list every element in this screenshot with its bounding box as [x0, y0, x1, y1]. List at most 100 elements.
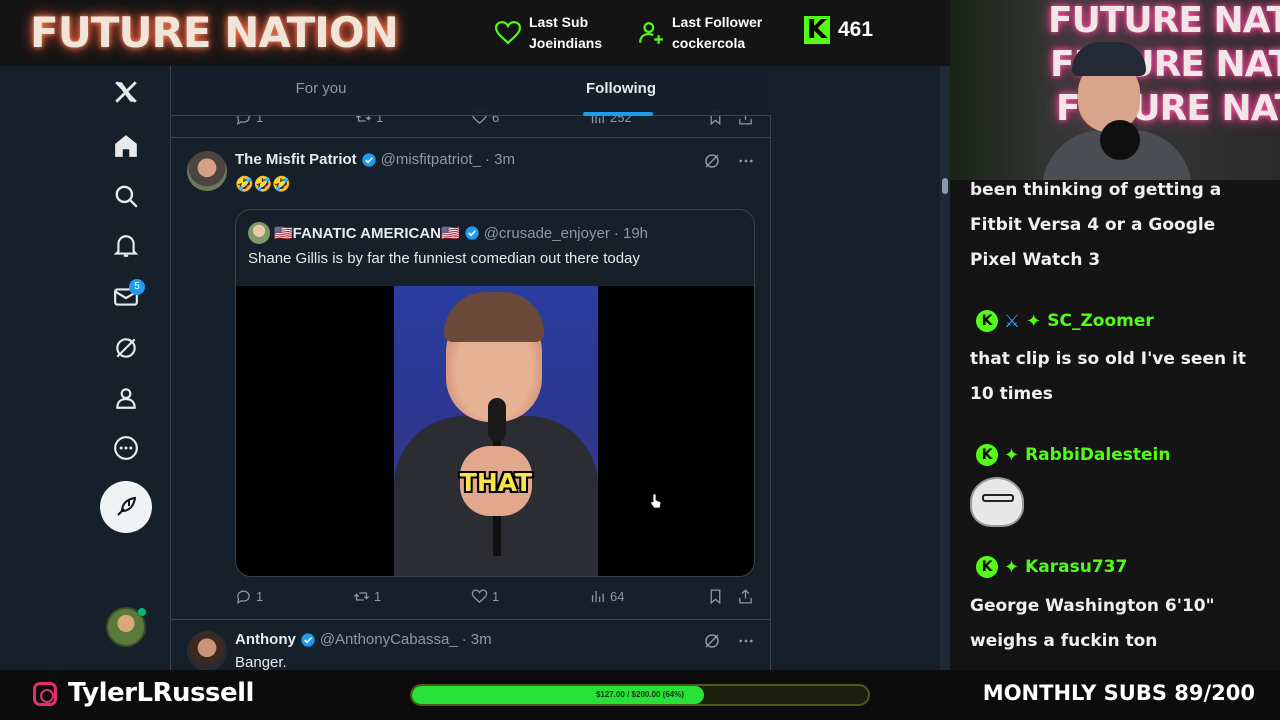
streamer-microphone [1100, 120, 1140, 160]
account-avatar[interactable] [106, 607, 146, 647]
sword-badge-icon: ⚔ [1004, 310, 1021, 332]
like-button[interactable]: 1 [471, 588, 499, 605]
last-sub-widget: Last Sub Joeindians [495, 12, 602, 54]
author-name[interactable]: The Misfit Patriot [235, 151, 357, 168]
emote-glasses [982, 494, 1014, 502]
last-sub-label: Last Sub [529, 14, 589, 30]
quote-author-handle: @crusade_enjoyer [483, 224, 610, 242]
tweet-text: 🤣🤣🤣 [235, 176, 292, 193]
add-user-icon [639, 22, 663, 44]
tweet[interactable]: The Misfit Patriot @misfitpatriot_ · 3m … [171, 139, 771, 620]
tweet-time[interactable]: · 3m [462, 631, 492, 648]
instagram-handle: TylerLRussell [68, 678, 254, 708]
tweet-header: The Misfit Patriot @misfitpatriot_ · 3m [235, 151, 515, 168]
video-caption: THAT [459, 468, 533, 497]
timeline: For you Following 1 1 6 252 The Misfit P… [170, 66, 771, 670]
verified-icon [465, 226, 479, 240]
scrollbar[interactable] [940, 66, 950, 670]
webcam-feed: FUTURE NATION FUTURE NATION FUTURE NATIO… [950, 0, 1280, 180]
chat-message: that clip is so old I've seen it 10 time… [970, 349, 1246, 404]
sub-badge-icon: ✦ [1004, 444, 1020, 466]
microphone [488, 398, 506, 442]
chat-message: George Washington 6'10" weighs a fuckin … [970, 596, 1215, 651]
heart-icon [495, 21, 521, 45]
stream-bottom-bar: TylerLRussell $127.00 / $200.00 (64%) MO… [0, 670, 1280, 720]
quote-author-avatar [248, 222, 270, 244]
kick-badge-icon: K [976, 310, 998, 332]
tweet-header: Anthony @AnthonyCabassa_ · 3m [235, 631, 492, 648]
profile-icon[interactable] [101, 378, 151, 418]
kick-count-value: 461 [838, 18, 874, 41]
reply-button[interactable]: 1 [235, 588, 263, 605]
quote-author-name: 🇺🇸FANATIC AMERICAN🇺🇸 [274, 225, 460, 242]
neon-sign: FUTURE NATION [1048, 0, 1280, 41]
repost-button[interactable]: 1 [353, 588, 381, 605]
chat-message: been thinking of getting a Fitbit Versa … [970, 180, 1222, 270]
author-name[interactable]: Anthony [235, 631, 296, 648]
donation-goal-text: $127.00 / $200.00 (64%) [595, 690, 685, 699]
author-avatar[interactable] [187, 631, 227, 670]
x-app-window: 5 For you Following 1 1 6 252 The Misfit… [0, 66, 950, 670]
tweet-actions: 1 1 1 64 [171, 585, 771, 607]
kick-badge-icon: K [976, 444, 998, 466]
quote-text: Shane Gillis is by far the funniest come… [248, 250, 640, 267]
mail-icon[interactable]: 5 [101, 277, 151, 317]
feather-icon [117, 496, 137, 516]
tweet-tools [703, 632, 755, 650]
last-follower-name: cockercola [672, 35, 746, 51]
timeline-tabs: For you Following [171, 66, 771, 116]
more-options-icon[interactable] [737, 152, 755, 170]
left-nav: 5 [95, 66, 157, 670]
chat-username: K ✦ Karasu737 [976, 556, 1127, 578]
more-options-icon[interactable] [737, 632, 755, 650]
more-icon[interactable] [101, 428, 151, 468]
stream-top-bar: FUTURE NATION Last Sub Joeindians Last F… [0, 0, 950, 66]
streamer-cap [1072, 42, 1146, 76]
video-player[interactable]: THAT [236, 286, 754, 576]
x-logo-icon[interactable] [101, 72, 151, 112]
author-handle[interactable]: @misfitpatriot_ [381, 151, 481, 168]
tweet-text: Banger. [235, 654, 287, 670]
grok-explain-icon[interactable] [703, 632, 721, 650]
quoted-tweet[interactable]: 🇺🇸FANATIC AMERICAN🇺🇸 @crusade_enjoyer · … [235, 209, 755, 577]
tweet[interactable]: Anthony @AnthonyCabassa_ · 3m Banger. [171, 621, 771, 670]
chat-username: K ✦ RabbiDalestein [976, 444, 1170, 466]
active-tab-indicator [583, 112, 653, 116]
quote-header: 🇺🇸FANATIC AMERICAN🇺🇸 @crusade_enjoyer · … [248, 222, 648, 244]
stream-chat: been thinking of getting a Fitbit Versa … [950, 180, 1280, 670]
author-handle[interactable]: @AnthonyCabassa_ [320, 631, 458, 648]
home-icon[interactable] [101, 126, 151, 166]
search-icon[interactable] [101, 176, 151, 216]
mouse-cursor-icon [650, 493, 662, 509]
online-dot [138, 608, 146, 616]
tab-following[interactable]: Following [471, 66, 771, 116]
tweet-tools [703, 152, 755, 170]
messages-badge: 5 [129, 279, 145, 295]
grok-icon[interactable] [101, 328, 151, 368]
views-button[interactable]: 64 [589, 588, 624, 605]
kick-badge-icon: K [976, 556, 998, 578]
compose-post-button[interactable] [100, 481, 152, 533]
donation-goal-bar: $127.00 / $200.00 (64%) [410, 684, 870, 706]
bell-icon[interactable] [101, 226, 151, 266]
verified-icon [362, 152, 376, 167]
monthly-subs-counter: MONTHLY SUBS 89/200 [982, 681, 1255, 705]
chat-username: K ⚔ ✦ SC_Zoomer [976, 310, 1154, 332]
chat-emote-icon [970, 477, 1024, 527]
last-follower-label: Last Follower [672, 14, 763, 30]
sub-badge-icon: ✦ [1004, 556, 1020, 578]
tweet-time[interactable]: · 3m [485, 151, 515, 168]
last-follower-widget: Last Follower cockercola [638, 12, 762, 54]
quote-time: · 19h [613, 224, 649, 242]
video-frame: THAT [394, 286, 598, 576]
bookmark-button[interactable] [707, 588, 724, 605]
tab-for-you[interactable]: For you [171, 66, 471, 116]
share-button[interactable] [737, 588, 754, 605]
kick-logo-icon: K [804, 16, 830, 44]
video-person-hair [444, 292, 544, 342]
grok-explain-icon[interactable] [703, 152, 721, 170]
scrollbar-thumb[interactable] [942, 178, 948, 194]
author-avatar[interactable] [187, 151, 227, 191]
kick-follower-count: K 461 [804, 16, 873, 44]
sub-badge-icon: ✦ [1026, 310, 1042, 332]
